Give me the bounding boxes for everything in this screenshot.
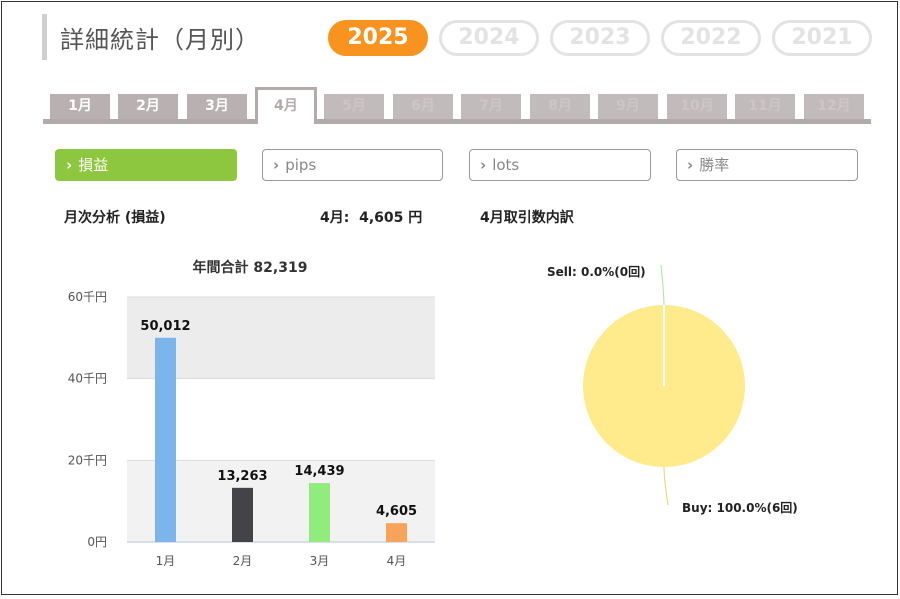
bar-value-label: 13,263 (217, 469, 267, 484)
bar-value-label: 4,605 (376, 504, 417, 519)
bar-2 (232, 487, 253, 542)
bar-chart: 0円 20千円 40千円 60千円 年間合計 82,319 50,012 1月 13,263 2… (68, 259, 798, 568)
y-tick-label: 20千円 (68, 453, 107, 467)
x-tick-label: 2月 (233, 554, 253, 568)
sell-connector (660, 264, 665, 306)
buy-data-label: Buy: 100.0%(6回) (682, 501, 798, 515)
chart-title: 年間合計 82,319 (193, 259, 308, 276)
x-tick-label: 4月 (387, 554, 407, 568)
bar-3 (309, 483, 330, 542)
y-tick-label: 0円 (87, 535, 107, 549)
buy-connector (663, 466, 669, 506)
bar-value-label: 50,012 (140, 319, 190, 334)
sell-data-label: Sell: 0.0%(0回) (547, 265, 646, 279)
x-tick-label: 1月 (156, 554, 176, 568)
y-tick-label: 40千円 (68, 372, 107, 386)
bar-1 (155, 337, 176, 542)
y-tick-label: 60千円 (68, 290, 107, 304)
bar-value-label: 14,439 (294, 464, 344, 479)
app-frame: 詳細統計（月別） 2025 2024 2023 2022 2021 1月 2月 … (1, 1, 898, 595)
x-tick-label: 3月 (310, 554, 330, 568)
bar-4 (386, 523, 407, 542)
